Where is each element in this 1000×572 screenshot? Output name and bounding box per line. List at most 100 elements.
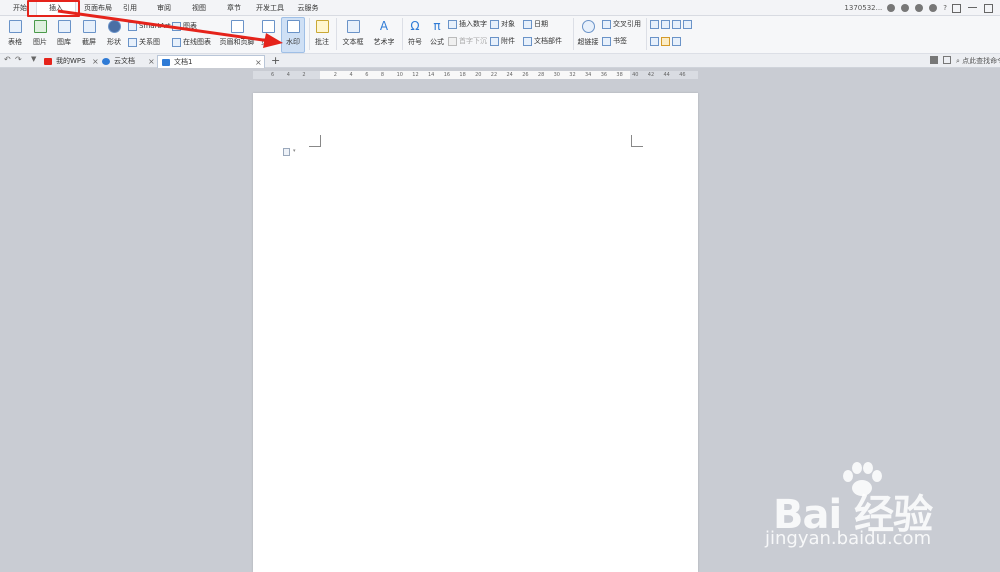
wordart-icon: A — [379, 19, 389, 33]
globe-link-icon — [581, 20, 595, 33]
picture-icon — [33, 20, 47, 33]
textbox-button[interactable]: 文本框 — [339, 18, 367, 47]
tab-chapter[interactable]: 章节 — [220, 0, 248, 16]
paragraph-options-icon[interactable] — [283, 148, 290, 156]
ruler-tick-label: 2 — [302, 72, 306, 78]
picture-button[interactable]: 图片 — [29, 18, 51, 47]
attachment-button[interactable]: 附件 — [490, 36, 515, 47]
chart-button[interactable]: 图表 — [172, 21, 197, 32]
new-tab-button[interactable]: + — [271, 54, 280, 67]
close-icon[interactable]: × — [255, 56, 262, 69]
chart-icon — [172, 22, 181, 31]
notification-icon[interactable] — [930, 56, 938, 64]
cross-ref-icon — [602, 20, 611, 29]
smartart-button[interactable]: SmartArt — [128, 21, 171, 32]
online-chart-button[interactable]: 在线图表 — [172, 37, 211, 48]
user-name[interactable]: 1370532... — [844, 0, 882, 16]
cross-reference-button[interactable]: 交叉引用 — [602, 19, 641, 30]
sync-icon[interactable] — [901, 4, 910, 12]
restore-window-icon[interactable] — [952, 3, 961, 13]
hyperlink-label: 超链接 — [577, 38, 599, 46]
tab-cloud-docs[interactable]: 云文档 × — [98, 55, 156, 68]
gallery-button[interactable]: 图库 — [54, 18, 74, 47]
formula-button[interactable]: π 公式 — [428, 18, 446, 47]
wordart-button[interactable]: A 艺术字 — [370, 18, 398, 47]
tab-cloud-docs-label: 云文档 — [114, 57, 135, 65]
tab-review[interactable]: 审阅 — [150, 0, 178, 16]
form-field-icon[interactable] — [650, 20, 659, 29]
skin-icon[interactable] — [915, 4, 924, 12]
tab-document1[interactable]: 文档1 × — [157, 55, 265, 68]
relation-chart-button[interactable]: 关系图 — [128, 37, 160, 48]
insert-number-label: 插入数字 — [459, 20, 487, 28]
maximize-icon[interactable] — [984, 3, 993, 13]
screenshot-button[interactable]: 截屏 — [79, 18, 99, 47]
form-dropdown-icon[interactable] — [661, 20, 670, 29]
object-button[interactable]: 对象 — [490, 19, 515, 30]
watermark-icon — [286, 20, 300, 33]
ruler-tick-label: 36 — [600, 72, 608, 78]
screenshot-label: 截屏 — [82, 38, 96, 46]
shape-icon — [107, 20, 121, 33]
tab-references[interactable]: 引用 — [116, 0, 144, 16]
ruler-tick-label: 38 — [616, 72, 623, 78]
ruler-tick-label: 2 — [333, 72, 337, 78]
share-icon[interactable] — [929, 4, 938, 12]
highlight-icon[interactable] — [661, 37, 670, 46]
close-icon[interactable]: × — [148, 55, 155, 68]
page-number-button[interactable]: 页码 — [257, 18, 279, 47]
insert-number-button[interactable]: 插入数字 — [448, 19, 487, 30]
help-icon[interactable]: ? — [943, 0, 947, 16]
watermark-url: jingyan.baidu.com — [765, 528, 932, 549]
shape-button[interactable]: 形状 — [104, 18, 124, 47]
redo-icon[interactable]: ↷ — [15, 55, 22, 64]
margin-corner-top-right — [631, 135, 643, 147]
comment-button[interactable]: 批注 — [312, 18, 332, 47]
drop-cap-label: 首字下沉 — [459, 37, 487, 45]
bookmark-button[interactable]: 书签 — [602, 36, 627, 47]
header-footer-button[interactable]: 页眉和页脚 — [220, 18, 255, 47]
horizontal-ruler: 6 4 2 2 4 6 8 10 12 14 16 18 20 22 24 26 28 30 32 34 36 38 40 4… — [253, 71, 698, 79]
account-area: 1370532... ? — [844, 0, 1000, 16]
hyperlink-button[interactable]: 超链接 — [576, 18, 600, 47]
minimize-icon[interactable] — [968, 7, 977, 9]
ruler-tick-label: 6 — [271, 72, 275, 78]
tab-menu-icon[interactable]: ▼ — [31, 55, 36, 63]
page-number-icon — [261, 20, 275, 33]
ruler-tick-label: 46 — [679, 72, 686, 78]
ribbon-divider — [402, 18, 403, 50]
cloud-icon — [102, 58, 110, 65]
menu-bar: 开始 插入 页面布局 引用 审阅 视图 章节 开发工具 云服务 1370532.… — [0, 0, 1000, 16]
document-page[interactable]: ▾ — [253, 93, 698, 572]
tab-view[interactable]: 视图 — [185, 0, 213, 16]
site-watermark: Bai 经验 jingyan.baidu.com — [765, 462, 955, 552]
layout-icon[interactable] — [943, 56, 951, 64]
undo-icon[interactable]: ↶ — [4, 55, 11, 64]
paperclip-icon — [490, 37, 499, 46]
symbol-button[interactable]: Ω 符号 — [404, 18, 426, 47]
doc-parts-button[interactable]: 文档部件 — [523, 36, 562, 47]
drop-cap-button[interactable]: 首字下沉 — [448, 36, 487, 47]
ribbon-toolbar: 表格 图片 图库 截屏 形状 SmartArt 图表 关系图 在线图表 页眉和页… — [0, 16, 1000, 54]
ruler-tick-label: 6 — [365, 72, 369, 78]
user-avatar-icon[interactable] — [887, 4, 896, 12]
tab-my-wps[interactable]: 我的WPS × — [40, 55, 99, 68]
chart-label: 图表 — [183, 22, 197, 30]
command-search-box[interactable]: ⌕ 点此查找命令 — [956, 55, 1000, 67]
tab-cloud[interactable]: 云服务 — [292, 0, 324, 16]
form-checkbox-icon[interactable] — [672, 20, 681, 29]
design-mode-icon[interactable] — [650, 37, 659, 46]
ruler-tick-label: 10 — [396, 72, 403, 78]
chevron-down-icon[interactable]: ▾ — [293, 148, 296, 154]
table-button[interactable]: 表格 — [5, 18, 25, 47]
ruler-tick-label: 40 — [632, 72, 639, 78]
lock-icon[interactable] — [672, 37, 681, 46]
form-image-icon[interactable] — [683, 20, 692, 29]
date-button[interactable]: 日期 — [523, 19, 548, 30]
ruler-tick-label: 32 — [569, 72, 576, 78]
search-icon: ⌕ — [956, 57, 960, 65]
tab-developer[interactable]: 开发工具 — [252, 0, 288, 16]
tab-page-layout[interactable]: 页面布局 — [80, 0, 116, 16]
ruler-tick-label: 34 — [585, 72, 592, 78]
watermark-button[interactable]: 水印 — [281, 17, 305, 53]
